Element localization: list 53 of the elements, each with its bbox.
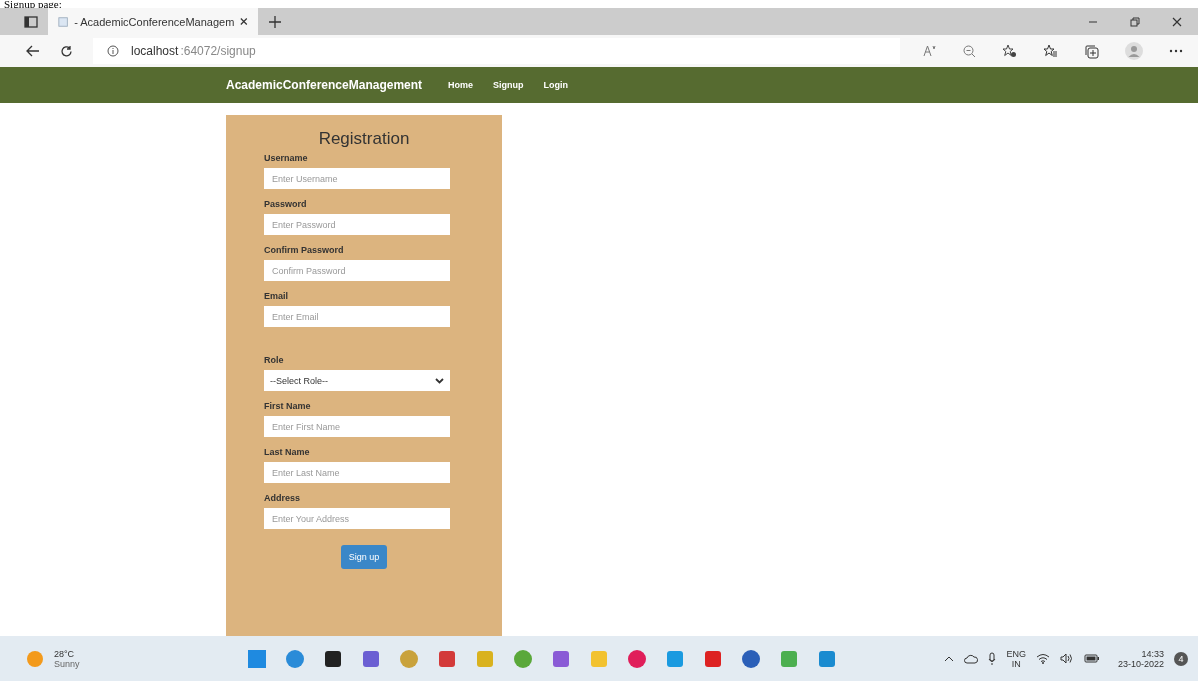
input-field[interactable]: Enter First Name — [264, 416, 450, 437]
clock[interactable]: 14:33 23-10-2022 — [1117, 648, 1164, 669]
favorites-icon[interactable] — [1043, 44, 1058, 58]
address-field[interactable]: localhost :64072/signup — [93, 38, 900, 64]
nav-link[interactable]: Signup — [493, 80, 524, 90]
input-field[interactable]: Confirm Password — [264, 260, 450, 281]
nav-link[interactable]: Login — [543, 80, 569, 90]
read-aloud-icon[interactable] — [923, 45, 937, 57]
notification-badge[interactable]: 4 — [1174, 651, 1188, 666]
field-label: Password — [264, 199, 308, 209]
field-label: Role — [264, 355, 285, 365]
input-field[interactable]: Enter Your Address — [264, 508, 450, 529]
restore-icon[interactable] — [1130, 16, 1140, 27]
new-tab-icon[interactable] — [268, 14, 282, 29]
more-icon[interactable] — [1169, 49, 1183, 53]
form-title: Registration — [317, 129, 411, 149]
temperature: 28°C — [54, 648, 76, 659]
input-field[interactable]: Enter Email — [264, 306, 450, 327]
input-field[interactable]: Enter Username — [264, 168, 450, 189]
info-icon — [107, 45, 119, 57]
close-icon[interactable] — [1172, 16, 1182, 27]
profile-avatar-icon[interactable] — [1125, 42, 1143, 60]
weather-condition: Sunny — [54, 658, 80, 669]
field-label: Last Name — [264, 447, 311, 457]
language-indicator[interactable]: ENG IN — [1006, 648, 1026, 669]
close-icon[interactable] — [240, 17, 248, 26]
field-label: First Name — [264, 401, 312, 411]
favorite-star-icon[interactable] — [1002, 44, 1017, 58]
battery-icon[interactable] — [1083, 654, 1100, 663]
wifi-icon[interactable] — [1035, 653, 1050, 664]
role-dropdown[interactable]: --Select Role-- — [264, 370, 450, 391]
tabs-icon[interactable] — [24, 14, 38, 29]
weather-sun-icon — [26, 649, 44, 668]
site-brand[interactable]: AcademicConferenceManagement — [226, 78, 423, 92]
page-icon — [58, 15, 69, 28]
cloud-icon[interactable] — [964, 653, 979, 664]
microphone-icon[interactable] — [988, 651, 997, 666]
chevron-down-icon — [435, 377, 444, 384]
back-icon[interactable] — [26, 45, 40, 57]
field-label: Email — [264, 291, 289, 301]
speaker-icon[interactable] — [1059, 653, 1074, 664]
refresh-icon[interactable] — [60, 44, 73, 58]
field-label: Address — [264, 493, 301, 503]
collections-icon[interactable] — [1084, 43, 1099, 59]
input-field[interactable]: Enter Last Name — [264, 462, 450, 483]
field-label: Confirm Password — [264, 245, 345, 255]
zoom-out-icon[interactable] — [963, 44, 976, 58]
signup-button[interactable]: Sign up — [340, 545, 388, 569]
chevron-up-icon[interactable] — [944, 655, 955, 662]
input-field[interactable]: Enter Password — [264, 214, 450, 235]
browser-tab[interactable]: - AcademicConferenceManagem — [48, 8, 258, 35]
field-label: Username — [264, 153, 309, 163]
nav-link[interactable]: Home — [448, 80, 474, 90]
